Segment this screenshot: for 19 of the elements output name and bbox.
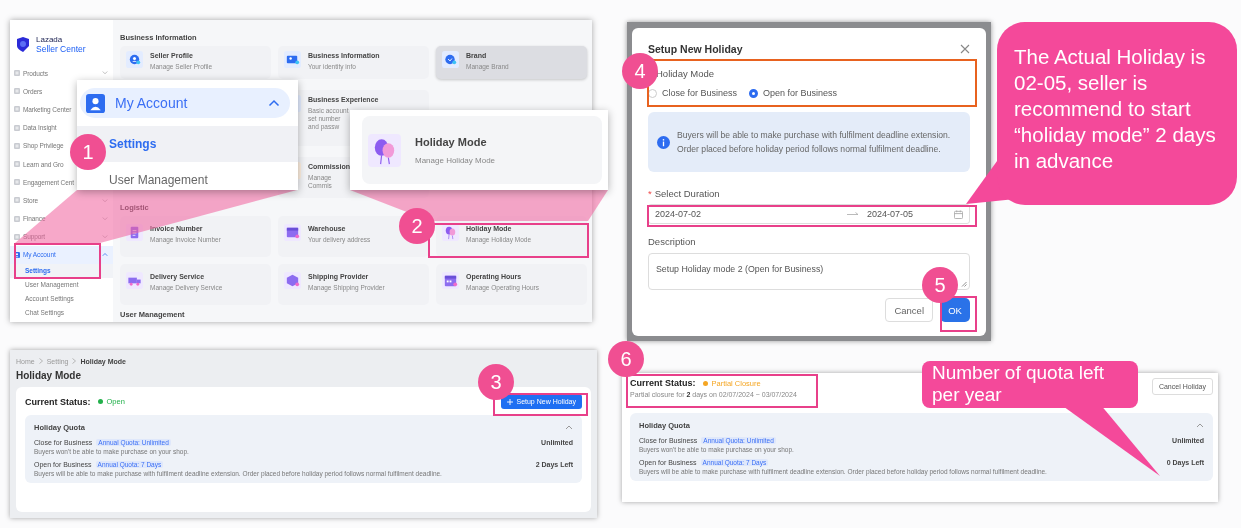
step-number: 4	[622, 53, 658, 89]
start-date: 2024-07-02	[655, 209, 702, 219]
info-text: Buyers will be able to make purchase with fulfilment deadline extension. Order placed before holiday period follows normal fulfilment deadline.	[677, 129, 952, 156]
dialog-title: Setup New Holiday	[648, 43, 743, 55]
logo-brand-text: Lazada	[36, 34, 64, 44]
status-label: Current Status:	[25, 396, 91, 407]
speech-bubble: Number of quota left per year	[922, 361, 1138, 408]
speech-bubble: The Actual Holiday is 02-05, seller is recommend to start “holiday mode” 2 days in advance	[997, 22, 1237, 205]
field-label: Select Duration	[654, 188, 720, 199]
step-number: 6	[608, 341, 644, 377]
logo-product-text: Seller Center	[36, 43, 86, 54]
tile-title: Holiday Mode	[415, 135, 488, 148]
required-mark: *	[648, 188, 652, 199]
field-label: Holiday Mode	[655, 68, 715, 80]
page-title: Holiday Mode	[16, 370, 81, 383]
field-label: Description	[648, 236, 697, 248]
status-label: Current Status:	[630, 378, 696, 388]
tile-subtitle: Manage Holiday Mode	[415, 155, 496, 165]
end-date: 2024-07-05	[867, 209, 915, 219]
